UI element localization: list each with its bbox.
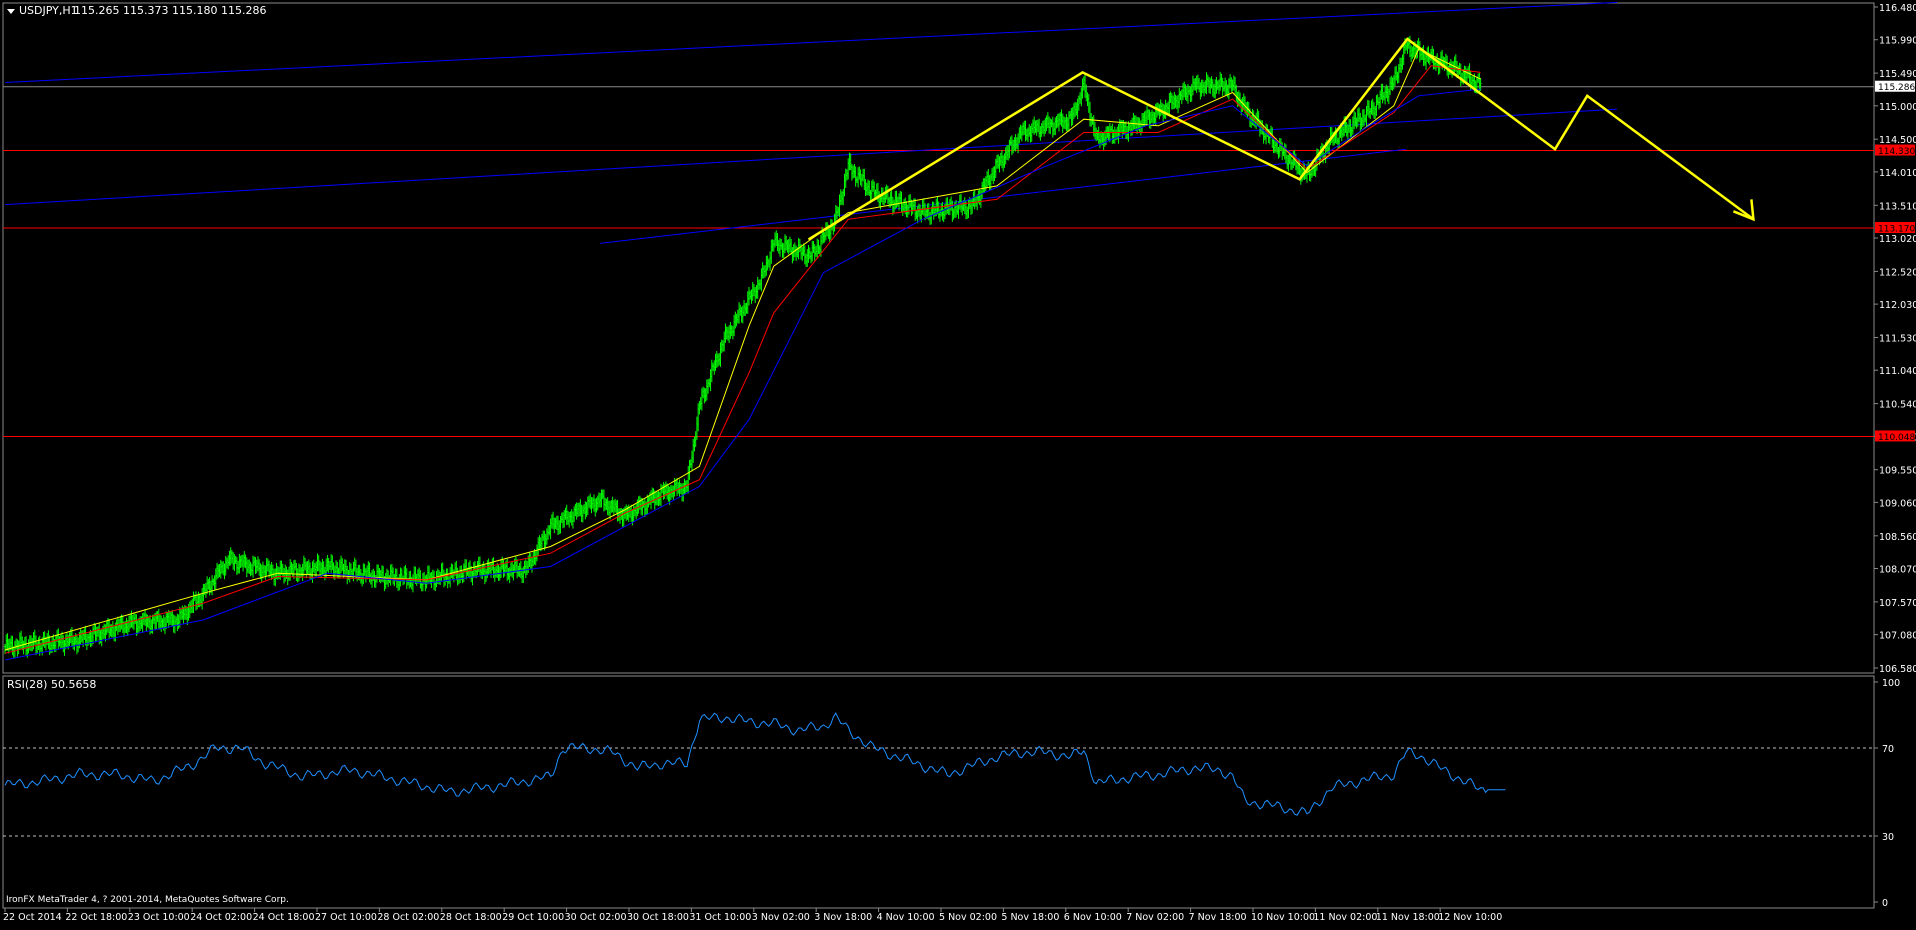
price-tick-label: 116.480 [1879, 3, 1916, 14]
time-tick-label: 28 Oct 18:00 [440, 912, 502, 923]
time-tick-label: 11 Nov 02:00 [1313, 912, 1377, 923]
time-tick-label: 3 Nov 02:00 [752, 912, 810, 923]
price-tick-label: 115.000 [1879, 102, 1916, 113]
time-tick-label: 6 Nov 10:00 [1064, 912, 1122, 923]
time-tick-label: 27 Oct 10:00 [315, 912, 377, 923]
price-tick-label: 109.060 [1879, 498, 1916, 509]
level-price-tag-label: 113.170 [1878, 225, 1915, 235]
price-tick-label: 114.010 [1879, 168, 1916, 179]
rsi-tick-label: 100 [1882, 678, 1900, 689]
price-tick-label: 107.080 [1879, 631, 1916, 642]
price-tick-label: 112.030 [1879, 300, 1916, 311]
rsi-tick-label: 70 [1882, 744, 1894, 755]
price-tick-label: 115.990 [1879, 36, 1916, 47]
rsi-label: RSI(28) 50.5658 [7, 678, 96, 691]
time-tick-label: 11 Nov 18:00 [1376, 912, 1440, 923]
price-tick-label: 111.040 [1879, 366, 1916, 377]
time-tick-label: 31 Oct 10:00 [689, 912, 751, 923]
time-tick-label: 5 Nov 02:00 [939, 912, 997, 923]
level-price-tag-label: 114.330 [1878, 147, 1915, 157]
time-tick-label: 30 Oct 18:00 [627, 912, 689, 923]
copyright-text: IronFX MetaTrader 4, ? 2001-2014, MetaQu… [6, 895, 289, 905]
price-tick-label: 108.070 [1879, 565, 1916, 576]
time-tick-label: 28 Oct 02:00 [377, 912, 439, 923]
time-tick-label: 7 Nov 18:00 [1189, 912, 1247, 923]
time-tick-label: 7 Nov 02:00 [1126, 912, 1184, 923]
time-tick-label: 12 Nov 10:00 [1438, 912, 1502, 923]
price-tick-label: 109.550 [1879, 466, 1916, 477]
time-tick-label: 4 Nov 10:00 [877, 912, 935, 923]
ohlc-label: 115.265 115.373 115.180 115.286 [74, 4, 266, 17]
level-price-tag-label: 110.048 [1878, 433, 1915, 443]
rsi-tick-label: 30 [1882, 832, 1894, 843]
time-tick-label: 29 Oct 10:00 [502, 912, 564, 923]
price-tick-label: 110.540 [1879, 400, 1916, 411]
time-tick-label: 3 Nov 18:00 [814, 912, 872, 923]
symbol-label: USDJPY,H1 [19, 4, 78, 17]
rsi-tick-label: 0 [1882, 898, 1888, 909]
time-tick-label: 5 Nov 18:00 [1001, 912, 1059, 923]
chart-canvas[interactable]: 116.480 115.990 115.490 115.000 114.500 114.0… [0, 0, 1916, 926]
time-tick-label: 24 Oct 02:00 [190, 912, 252, 923]
time-tick-label: 22 Oct 2014 [3, 912, 62, 923]
time-tick-label: 10 Nov 10:00 [1251, 912, 1315, 923]
price-tick-label: 106.580 [1879, 664, 1916, 675]
time-tick-label: 23 Oct 10:00 [128, 912, 190, 923]
price-tick-label: 113.020 [1879, 234, 1916, 245]
time-tick-label: 30 Oct 02:00 [565, 912, 627, 923]
price-tick-label: 113.510 [1879, 201, 1916, 212]
current-price-tag-label: 115.286 [1878, 83, 1915, 93]
time-tick-label: 24 Oct 18:00 [253, 912, 315, 923]
chart-root: 116.480 115.990 115.490 115.000 114.500 114.0… [0, 0, 1916, 926]
price-tick-label: 112.520 [1879, 267, 1916, 278]
price-tick-label: 108.560 [1879, 532, 1916, 543]
time-tick-label: 22 Oct 18:00 [65, 912, 127, 923]
background [0, 0, 1916, 926]
price-tick-label: 107.570 [1879, 598, 1916, 609]
price-tick-label: 114.500 [1879, 135, 1916, 146]
price-tick-label: 111.530 [1879, 334, 1916, 345]
price-tick-label: 115.490 [1879, 69, 1916, 80]
